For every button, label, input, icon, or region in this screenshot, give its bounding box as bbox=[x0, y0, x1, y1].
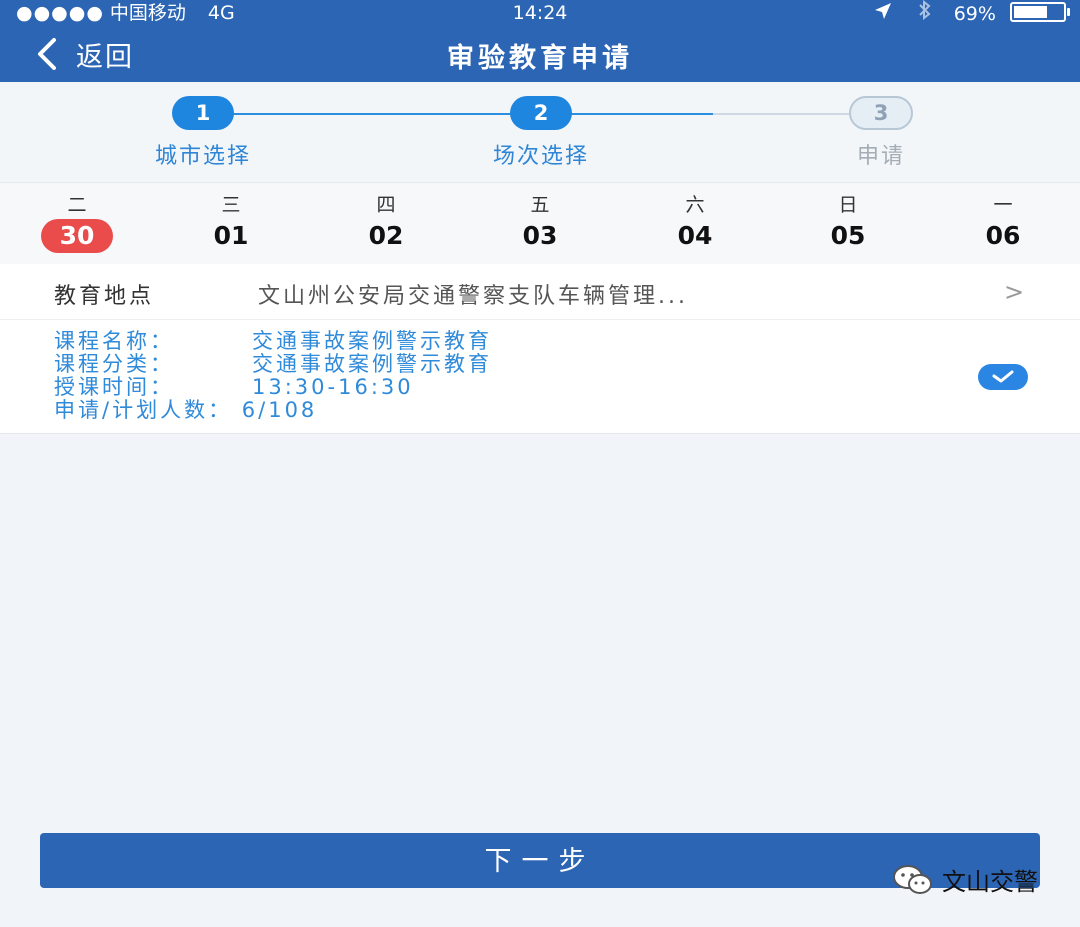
education-location-row[interactable]: 教育地点 文山州公安局交通警察支队车辆管理... > bbox=[0, 264, 1080, 320]
course-name-key: 课程名称： bbox=[54, 329, 174, 353]
date-item[interactable]: 一 06 bbox=[943, 193, 1063, 253]
course-time-key: 授课时间： bbox=[54, 375, 174, 399]
step-number: 2 bbox=[510, 96, 572, 130]
weekday-label: 四 bbox=[376, 194, 396, 216]
course-category-key: 课程分类： bbox=[54, 352, 174, 376]
chevron-right-icon: > bbox=[1004, 278, 1025, 306]
weekday-label: 二 bbox=[67, 194, 87, 216]
day-number: 06 bbox=[985, 221, 1021, 250]
weekday-label: 日 bbox=[838, 194, 858, 216]
page-title: 审验教育申请 bbox=[447, 43, 633, 74]
day-number: 02 bbox=[368, 221, 404, 250]
date-item[interactable]: 二 30 bbox=[17, 193, 137, 253]
date-item[interactable]: 四 02 bbox=[326, 193, 446, 253]
battery-fill bbox=[1014, 6, 1047, 18]
course-count-line: 申请/计划人数： 6/108 bbox=[54, 399, 492, 422]
course-selected-check[interactable] bbox=[978, 364, 1028, 390]
status-right: 69% bbox=[874, 0, 1070, 28]
nav-bar: 返回 审验教育申请 bbox=[0, 26, 1080, 82]
location-label: 教育地点 bbox=[54, 284, 155, 309]
step-session-select: 2 场次选择 bbox=[441, 96, 641, 170]
course-item[interactable]: 课程名称： 交通事故案例警示教育 课程分类： 交通事故案例警示教育 授课时间： 13:… bbox=[0, 320, 1080, 434]
weekday-label: 五 bbox=[530, 194, 550, 216]
step-number: 3 bbox=[849, 96, 913, 130]
day-number: 30 bbox=[41, 219, 113, 253]
wechat-icon bbox=[893, 864, 932, 894]
date-item[interactable]: 日 05 bbox=[788, 193, 908, 253]
watermark-text: 文山交警 bbox=[942, 868, 1038, 896]
date-item[interactable]: 五 03 bbox=[480, 193, 600, 253]
date-selector: 二 30 三 01 四 02 五 03 六 04 日 05 一 06 bbox=[0, 182, 1080, 265]
day-number: 05 bbox=[830, 221, 866, 250]
day-number: 01 bbox=[213, 221, 249, 250]
course-count-value: 6/108 bbox=[241, 398, 318, 422]
date-item[interactable]: 三 01 bbox=[171, 193, 291, 253]
course-name-line: 课程名称： 交通事故案例警示教育 bbox=[54, 330, 492, 353]
course-category-line: 课程分类： 交通事故案例警示教育 bbox=[54, 353, 492, 376]
course-category-value: 交通事故案例警示教育 bbox=[252, 352, 492, 376]
step-number: 1 bbox=[172, 96, 234, 130]
wechat-watermark: 文山交警 bbox=[892, 862, 1038, 897]
battery-icon bbox=[1010, 2, 1070, 22]
location-arrow-icon bbox=[874, 2, 892, 28]
step-label: 场次选择 bbox=[492, 144, 589, 169]
check-icon bbox=[992, 370, 1014, 383]
bluetooth-icon bbox=[918, 0, 932, 28]
weekday-label: 一 bbox=[993, 194, 1013, 216]
course-details: 课程名称： 交通事故案例警示教育 课程分类： 交通事故案例警示教育 授课时间： 13:… bbox=[54, 330, 492, 422]
course-count-key: 申请/计划人数： bbox=[54, 398, 233, 422]
step-apply: 3 申请 bbox=[781, 96, 981, 170]
location-value: 文山州公安局交通警察支队车辆管理... bbox=[258, 284, 688, 309]
date-item[interactable]: 六 04 bbox=[635, 193, 755, 253]
course-time-line: 授课时间： 13:30-16:30 bbox=[54, 376, 492, 399]
weekday-label: 六 bbox=[685, 194, 705, 216]
day-number: 03 bbox=[522, 221, 558, 250]
top-bar: ●●●●● 中国移动 4G 14:24 69% 返回 审验教育申请 bbox=[0, 0, 1080, 82]
progress-stepper: 1 城市选择 2 场次选择 3 申请 bbox=[0, 82, 1080, 182]
next-step-button[interactable]: 下一步 bbox=[40, 833, 1040, 888]
status-bar: ●●●●● 中国移动 4G 14:24 69% bbox=[0, 0, 1080, 26]
course-time-value: 13:30-16:30 bbox=[252, 375, 414, 399]
course-name-value: 交通事故案例警示教育 bbox=[252, 329, 492, 353]
battery-percent: 69% bbox=[953, 3, 996, 25]
step-label: 城市选择 bbox=[154, 144, 251, 169]
app-screen: ●●●●● 中国移动 4G 14:24 69% 返回 审验教育申请 1 城市选择… bbox=[0, 0, 1080, 927]
weekday-label: 三 bbox=[221, 194, 241, 216]
step-label: 申请 bbox=[856, 144, 905, 169]
day-number: 04 bbox=[677, 221, 713, 250]
step-city-select: 1 城市选择 bbox=[103, 96, 303, 170]
